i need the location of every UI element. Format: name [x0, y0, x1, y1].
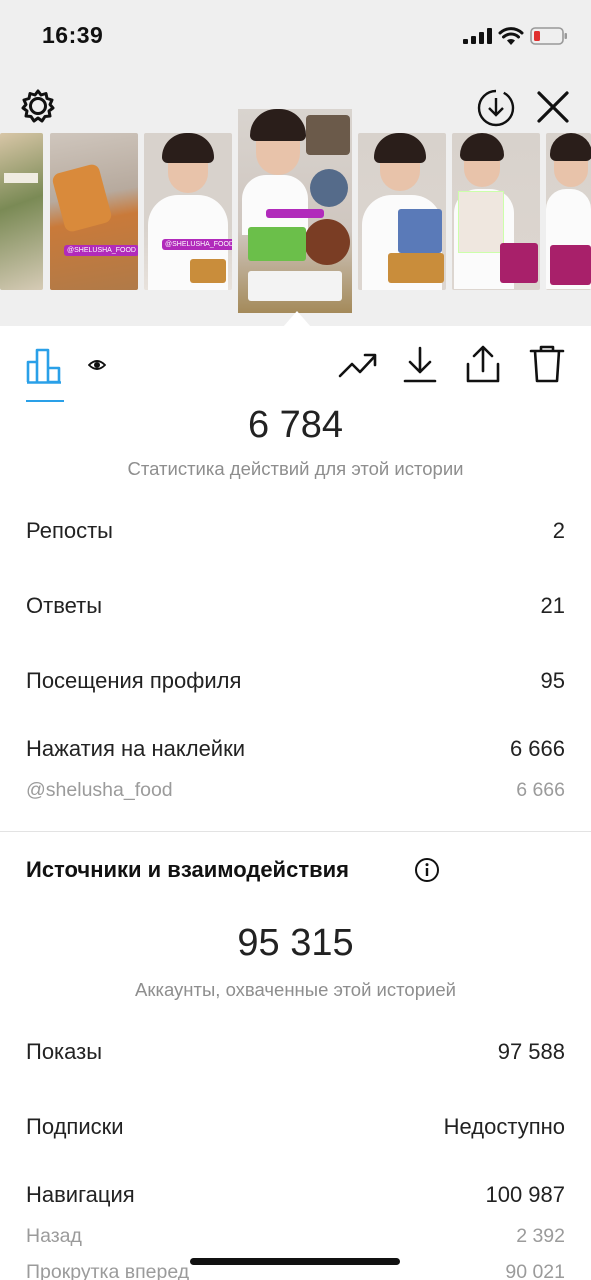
download-icon[interactable]	[402, 346, 438, 384]
bar-chart-icon[interactable]	[26, 346, 62, 384]
metric-subrow-back: Назад 2 392	[26, 1225, 565, 1255]
metric-row-profile-visits: Посещения профиля 95	[26, 668, 565, 698]
metric-label: Навигация	[26, 1182, 135, 1207]
status-bar: 16:39	[0, 0, 591, 70]
metric-row-reposts: Репосты 2	[26, 518, 565, 548]
reach-caption: Аккаунты, охваченные этой историей	[135, 979, 456, 1000]
insights-toolbar	[0, 326, 591, 404]
reach-total: 95 315	[237, 922, 354, 964]
trash-icon[interactable]	[528, 344, 566, 384]
metric-label: Ответы	[26, 593, 103, 618]
mention-sticker: @SHELUSHA_FOOD	[64, 245, 138, 256]
metric-value: 6 666	[509, 736, 565, 761]
metric-value: 21	[540, 593, 565, 618]
metric-row-replies: Ответы 21	[26, 593, 565, 623]
metric-value: 95	[540, 668, 565, 693]
active-tab-indicator	[26, 400, 64, 402]
info-icon[interactable]	[414, 857, 440, 883]
metric-sub-value: 2 392	[516, 1225, 565, 1247]
metric-label: Подписки	[26, 1114, 124, 1139]
metric-sub-value: 6 666	[516, 779, 565, 801]
metric-sub-label: Назад	[26, 1225, 82, 1247]
metric-row-navigation: Навигация 100 987	[26, 1182, 565, 1212]
eye-icon[interactable]	[88, 358, 106, 372]
metric-value: 2	[552, 518, 565, 543]
wifi-icon	[498, 27, 524, 45]
actions-total: 6 784	[247, 404, 344, 446]
metric-sub-label: @shelusha_food	[26, 779, 173, 801]
metric-row-sticker-taps: Нажатия на наклейки 6 666	[26, 736, 565, 766]
trending-icon[interactable]	[338, 350, 378, 380]
metric-subrow-sticker: @shelusha_food 6 666	[26, 779, 565, 809]
story-thumbnail[interactable]	[452, 133, 540, 290]
battery-low-icon	[530, 27, 567, 45]
close-icon[interactable]	[535, 89, 571, 125]
status-time: 16:39	[42, 22, 104, 48]
download-circle-icon[interactable]	[476, 88, 516, 128]
metric-row-impressions: Показы 97 588	[26, 1039, 565, 1069]
cellular-signal-icon	[463, 28, 492, 44]
metric-value: 100 987	[485, 1182, 565, 1207]
metric-sub-label: Прокрутка вперед	[26, 1261, 190, 1280]
selected-story-pointer	[283, 311, 311, 327]
story-thumbnail[interactable]: @SHELUSHA_FOOD	[144, 133, 232, 290]
share-icon[interactable]	[464, 344, 502, 384]
settings-gear-icon[interactable]	[20, 88, 56, 124]
metric-sub-value: 90 021	[505, 1261, 565, 1280]
metric-value: Недоступно	[443, 1114, 565, 1139]
story-header: 16:39 @SHELUSHA_FOOD @SHELUSHA_FOOD	[0, 0, 591, 327]
metric-label: Репосты	[26, 518, 113, 543]
metric-label: Нажатия на наклейки	[26, 736, 246, 761]
metric-label: Показы	[26, 1039, 103, 1064]
actions-caption: Статистика действий для этой истории	[127, 458, 464, 479]
story-thumbnail[interactable]	[358, 133, 446, 290]
story-thumbnail-selected[interactable]	[238, 109, 352, 313]
mention-sticker: @SHELUSHA_FOOD	[162, 239, 232, 250]
metric-label: Посещения профиля	[26, 668, 242, 693]
story-thumbnail[interactable]	[0, 133, 43, 290]
home-indicator[interactable]	[190, 1258, 400, 1265]
section-divider	[0, 831, 591, 832]
story-thumbnail[interactable]: @SHELUSHA_FOOD	[50, 133, 138, 290]
metric-value: 97 588	[497, 1039, 565, 1064]
metric-row-follows: Подписки Недоступно	[26, 1114, 565, 1144]
section-title: Источники и взаимодействия	[26, 857, 349, 882]
story-thumbnail[interactable]	[546, 133, 591, 290]
